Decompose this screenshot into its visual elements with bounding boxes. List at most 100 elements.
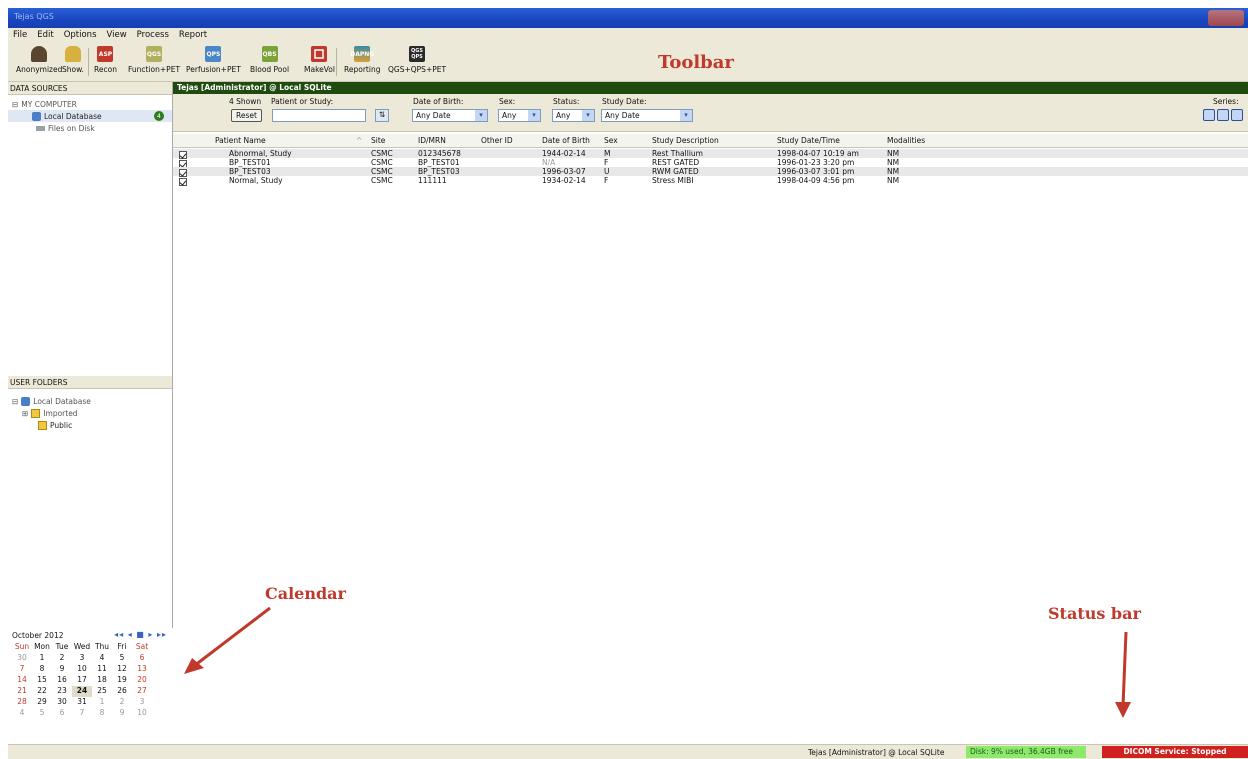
row-checkbox[interactable] <box>179 178 187 186</box>
calendar-day[interactable]: 11 <box>92 664 112 675</box>
tree-my-computer[interactable]: ⊟ MY COMPUTER <box>8 98 172 110</box>
column-header[interactable]: Study Description <box>652 136 719 145</box>
calendar-day[interactable]: 5 <box>112 653 132 664</box>
calendar-day[interactable]: 2 <box>112 697 132 708</box>
calendar-day[interactable]: 22 <box>32 686 52 697</box>
anonymized-button[interactable]: Anonymized <box>16 46 62 74</box>
calendar-day[interactable]: 14 <box>12 675 32 686</box>
calendar-day[interactable]: 10 <box>132 708 152 719</box>
calendar-day[interactable]: 3 <box>132 697 152 708</box>
tree-files-on-disk[interactable]: Files on Disk <box>8 122 172 134</box>
calendar-day[interactable]: 2 <box>52 653 72 664</box>
calendar-day[interactable]: 16 <box>52 675 72 686</box>
menu-edit[interactable]: Edit <box>32 30 58 40</box>
next-month-icon[interactable]: ▸ <box>148 630 153 639</box>
calendar-day[interactable]: 6 <box>132 653 152 664</box>
count-badge: 4 <box>154 111 164 121</box>
table-row[interactable]: Normal, Study CSMC 111111 1934-02-14 F S… <box>173 176 1248 186</box>
calendar-day[interactable]: 17 <box>72 675 92 686</box>
calendar-day[interactable]: 23 <box>52 686 72 697</box>
menu-process[interactable]: Process <box>132 30 174 40</box>
column-header[interactable]: Patient Name <box>215 136 266 145</box>
calendar-day[interactable]: 13 <box>132 664 152 675</box>
dob-select[interactable]: Any Date ▾ <box>412 109 488 122</box>
calendar-day[interactable]: 18 <box>92 675 112 686</box>
calendar-day[interactable]: 4 <box>12 708 32 719</box>
recon-button[interactable]: ASP Recon <box>94 46 117 74</box>
study-date-select[interactable]: Any Date ▾ <box>601 109 693 122</box>
column-header[interactable]: ID/MRN <box>418 136 446 145</box>
makevol-button[interactable]: MakeVol <box>304 46 335 74</box>
calendar-day[interactable]: 15 <box>32 675 52 686</box>
reset-button[interactable]: Reset <box>231 109 262 122</box>
column-header[interactable]: Site <box>371 136 385 145</box>
calendar-day[interactable]: 30 <box>12 653 32 664</box>
calendar-day[interactable]: 20 <box>132 675 152 686</box>
calendar-day[interactable]: 28 <box>12 697 32 708</box>
menu-view[interactable]: View <box>102 30 132 40</box>
perfusion-pet-button[interactable]: QPS Perfusion+PET <box>186 46 241 74</box>
sort-icon[interactable]: ⇅ <box>375 109 389 122</box>
calendar-day[interactable]: 9 <box>112 708 132 719</box>
sex-select[interactable]: Any ▾ <box>498 109 541 122</box>
prev-year-icon[interactable]: ◂◂ <box>114 630 124 639</box>
show-button[interactable]: Show. <box>62 46 84 74</box>
calendar-day[interactable]: 3 <box>72 653 92 664</box>
patient-study-input[interactable] <box>272 109 366 122</box>
calendar-day[interactable]: 4 <box>92 653 112 664</box>
table-row[interactable]: Abnormal, Study CSMC 012345678 1944-02-1… <box>173 149 1248 159</box>
expand-icon[interactable]: ⊞ <box>22 409 28 418</box>
column-header[interactable]: Study Date/Time <box>777 136 840 145</box>
tree-uf-local-database[interactable]: ⊟ Local Database <box>8 395 172 407</box>
qgs-qps-pet-button[interactable]: QGS QPS QGS+QPS+PET <box>388 46 446 74</box>
status-select[interactable]: Any ▾ <box>552 109 595 122</box>
menu-options[interactable]: Options <box>59 30 102 40</box>
calendar-day-today[interactable]: 24 <box>72 686 92 697</box>
table-row[interactable]: BP_TEST01 CSMC BP_TEST01 N/A F REST GATE… <box>173 158 1248 168</box>
function-pet-button[interactable]: QGS Function+PET <box>128 46 180 74</box>
menu-file[interactable]: File <box>8 30 32 40</box>
today-icon[interactable]: ■ <box>136 630 145 639</box>
calendar-day[interactable]: 25 <box>92 686 112 697</box>
prev-month-icon[interactable]: ◂ <box>128 630 133 639</box>
status-dicom[interactable]: DICOM Service: Stopped <box>1102 746 1248 758</box>
column-header[interactable]: Modalities <box>887 136 925 145</box>
column-header[interactable]: Sex <box>604 136 618 145</box>
window-controls[interactable] <box>1208 10 1244 26</box>
calendar-day[interactable]: 7 <box>72 708 92 719</box>
calendar-day[interactable]: 26 <box>112 686 132 697</box>
column-header[interactable]: Date of Birth <box>542 136 590 145</box>
table-row[interactable]: BP_TEST03 CSMC BP_TEST03 1996-03-07 U RW… <box>173 167 1248 177</box>
collapse-icon[interactable]: ⊟ <box>12 397 18 406</box>
calendar-day[interactable]: 9 <box>52 664 72 675</box>
calendar-day[interactable]: 6 <box>52 708 72 719</box>
menu-report[interactable]: Report <box>174 30 212 40</box>
calendar-day[interactable]: 21 <box>12 686 32 697</box>
blood-pool-button[interactable]: QBS Blood Pool <box>250 46 289 74</box>
calendar-day[interactable]: 8 <box>92 708 112 719</box>
window-titlebar[interactable]: Tejas QGS <box>8 8 1248 28</box>
calendar-day[interactable]: 19 <box>112 675 132 686</box>
calendar-day[interactable]: 30 <box>52 697 72 708</box>
chevron-down-icon: ▾ <box>582 110 594 121</box>
reporting-button[interactable]: DAPNG Reporting <box>344 46 380 74</box>
calendar-day[interactable]: 7 <box>12 664 32 675</box>
collapse-icon[interactable]: ⊟ <box>12 100 18 109</box>
calendar-day[interactable]: 27 <box>132 686 152 697</box>
series-view-button[interactable] <box>1203 109 1215 121</box>
calendar-day[interactable]: 12 <box>112 664 132 675</box>
series-view-button[interactable] <box>1217 109 1229 121</box>
tree-public[interactable]: Public <box>8 419 172 431</box>
next-year-icon[interactable]: ▸▸ <box>157 630 167 639</box>
calendar-day[interactable]: 1 <box>92 697 112 708</box>
calendar-day[interactable]: 1 <box>32 653 52 664</box>
column-header[interactable]: Other ID <box>481 136 513 145</box>
calendar-day[interactable]: 31 <box>72 697 92 708</box>
calendar-day[interactable]: 8 <box>32 664 52 675</box>
series-view-button[interactable] <box>1231 109 1243 121</box>
calendar-day[interactable]: 5 <box>32 708 52 719</box>
calendar-day[interactable]: 10 <box>72 664 92 675</box>
tree-imported[interactable]: ⊞ Imported <box>8 407 172 419</box>
tree-local-database[interactable]: Local Database 4 <box>8 110 172 122</box>
calendar-day[interactable]: 29 <box>32 697 52 708</box>
